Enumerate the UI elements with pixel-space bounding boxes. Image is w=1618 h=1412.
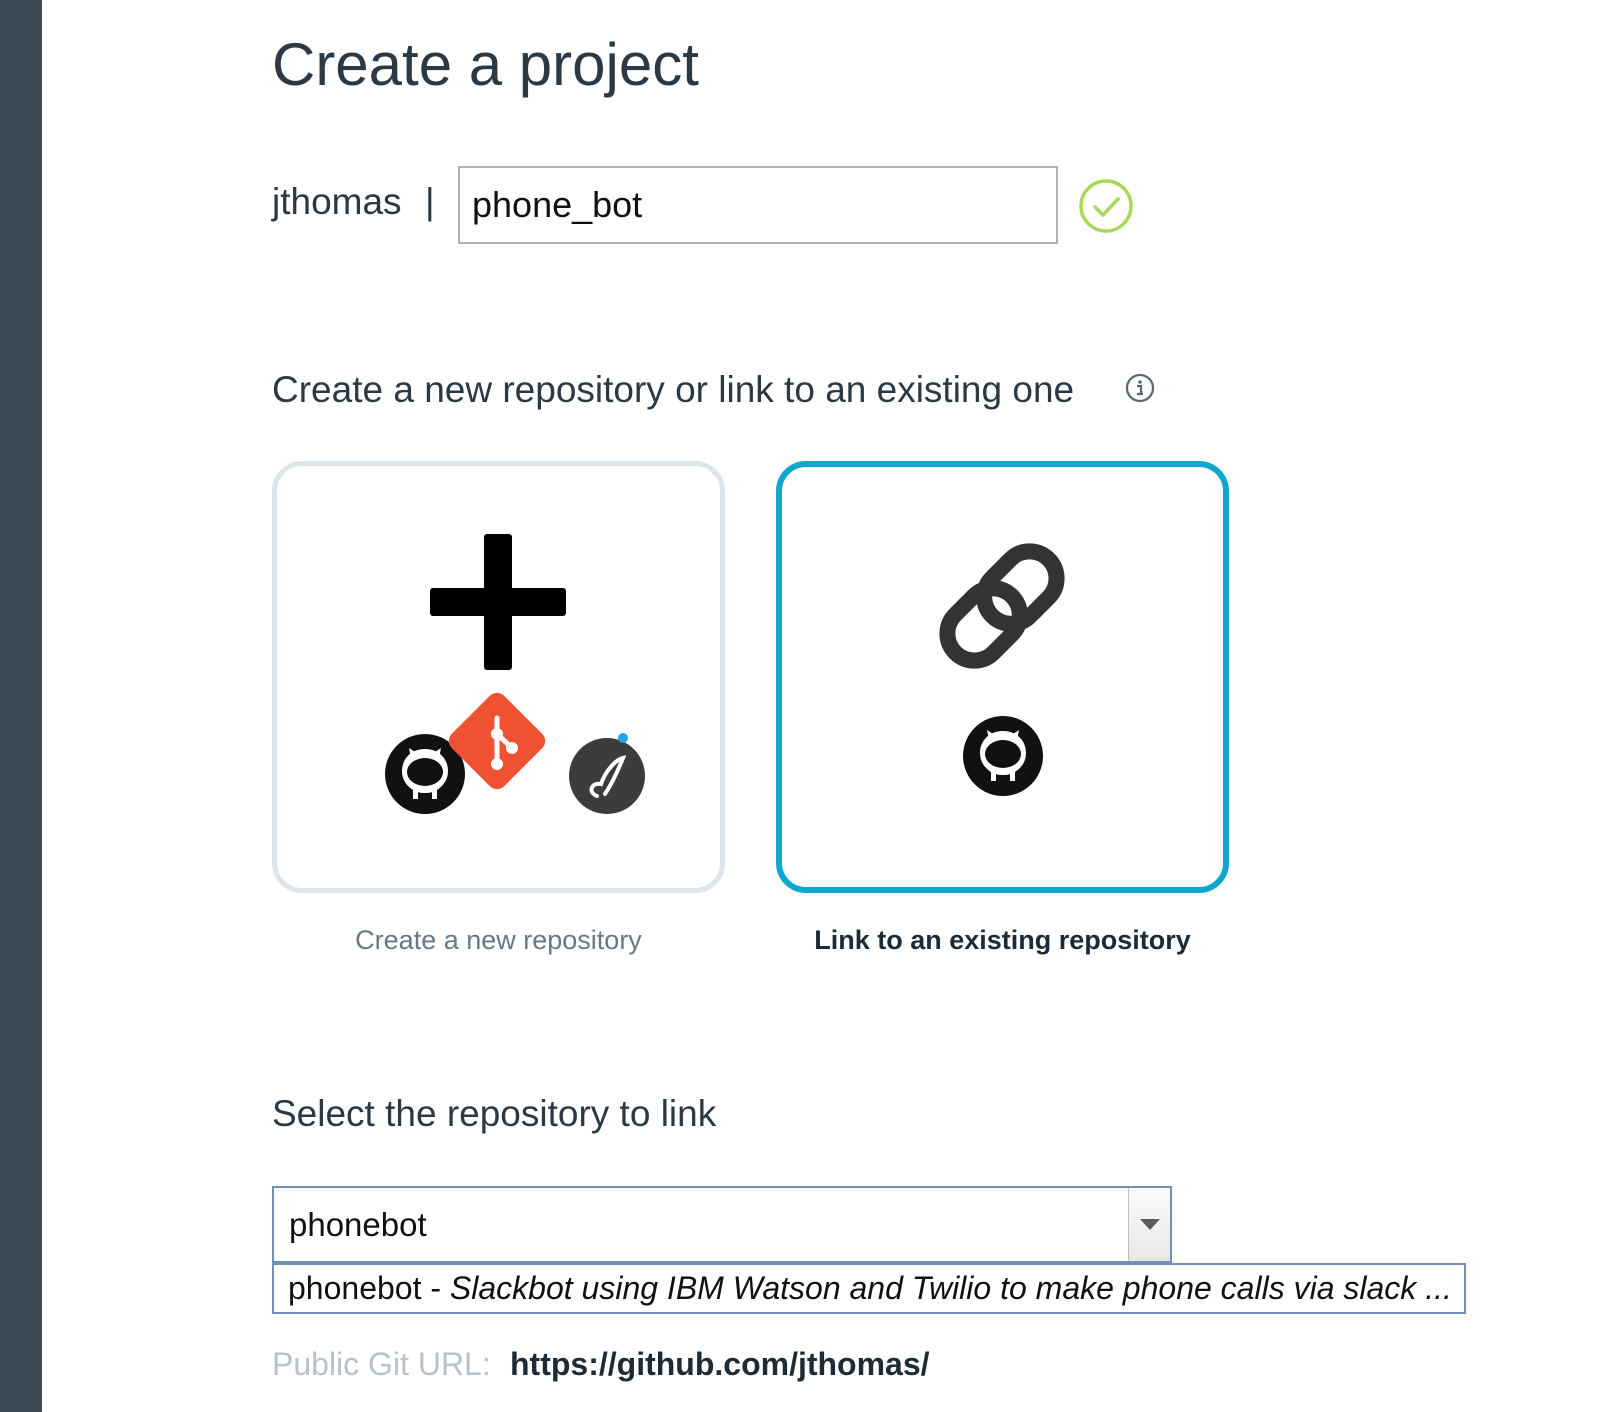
git-url-label: Public Git URL: <box>272 1346 491 1382</box>
jazzhub-icon <box>569 733 645 814</box>
project-owner: jthomas <box>272 181 402 222</box>
info-icon[interactable] <box>1125 373 1155 403</box>
link-existing-repo-label[interactable]: Link to an existing repository <box>776 922 1229 958</box>
sidebar-rail <box>0 0 42 1412</box>
link-icon <box>939 543 1065 669</box>
repo-search-input[interactable] <box>274 1188 1130 1261</box>
page-title: Create a project <box>272 31 699 98</box>
repo-option[interactable]: phonebot - Slackbot using IBM Watson and… <box>272 1263 1466 1314</box>
create-new-repo-label[interactable]: Create a new repository <box>272 922 725 958</box>
create-new-repo-card[interactable] <box>272 461 725 893</box>
owner-separator: | <box>425 181 435 222</box>
select-repo-heading: Select the repository to link <box>272 1093 717 1134</box>
github-icon <box>963 716 1043 796</box>
repo-option-description: Slackbot using IBM Watson and Twilio to … <box>449 1270 1452 1306</box>
plus-icon <box>430 534 566 670</box>
valid-check-icon <box>1079 179 1133 233</box>
git-url-value: https://github.com/jthomas/ <box>510 1346 930 1382</box>
repo-choice-heading: Create a new repository or link to an ex… <box>272 369 1075 410</box>
project-name-input[interactable] <box>458 166 1058 244</box>
repo-combobox <box>272 1186 1172 1263</box>
link-existing-repo-card[interactable] <box>776 461 1229 893</box>
chevron-down-icon <box>1140 1219 1160 1230</box>
dropdown-toggle-button[interactable] <box>1128 1188 1170 1261</box>
repo-option-name: phonebot - <box>288 1270 450 1306</box>
